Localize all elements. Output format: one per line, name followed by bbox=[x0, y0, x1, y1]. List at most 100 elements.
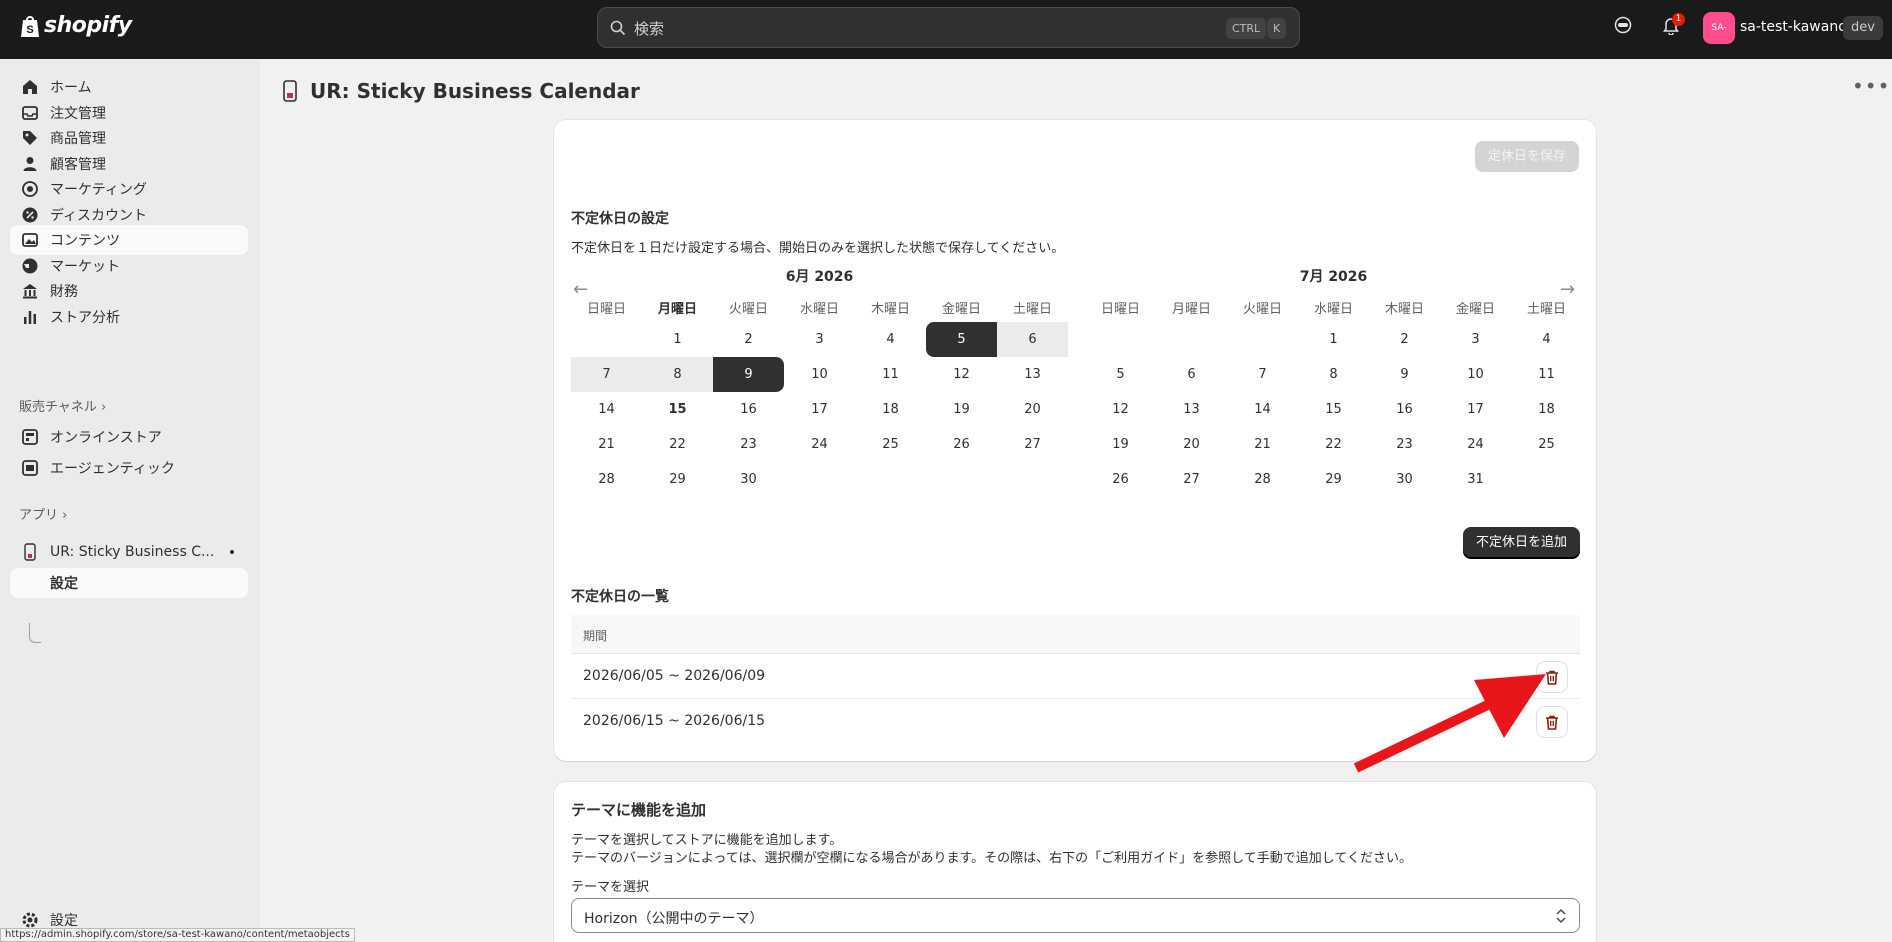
sales-channels-heading[interactable]: 販売チャネル › bbox=[19, 396, 106, 415]
calendar-day[interactable]: 24 bbox=[784, 427, 855, 462]
avatar[interactable]: SA- bbox=[1703, 12, 1735, 44]
gear-icon bbox=[20, 910, 40, 930]
calendar-day[interactable]: 19 bbox=[1085, 427, 1156, 462]
sidebar-item-label: 財務 bbox=[50, 284, 78, 300]
calendar-day[interactable]: 13 bbox=[997, 357, 1068, 392]
calendar-day[interactable]: 3 bbox=[784, 322, 855, 357]
calendar-day[interactable]: 7 bbox=[1227, 357, 1298, 392]
period-column-header: 期間 bbox=[583, 629, 608, 643]
sidebar-channel-store[interactable]: オンラインストア bbox=[10, 422, 248, 452]
weekday-label: 日曜日 bbox=[1100, 302, 1140, 317]
calendar-day[interactable]: 14 bbox=[571, 392, 642, 427]
calendar-day[interactable]: 11 bbox=[1511, 357, 1582, 392]
agentic-icon bbox=[20, 458, 40, 478]
calendar-day[interactable]: 13 bbox=[1156, 392, 1227, 427]
svg-text:S: S bbox=[26, 24, 33, 36]
store-name[interactable]: sa-test-kawano bbox=[1740, 19, 1847, 35]
calendar-day[interactable]: 26 bbox=[926, 427, 997, 462]
calendar-day[interactable]: 3 bbox=[1440, 322, 1511, 357]
bank-icon bbox=[20, 281, 40, 301]
calendar-day[interactable]: 31 bbox=[1440, 462, 1511, 497]
calendar-day[interactable]: 26 bbox=[1085, 462, 1156, 497]
calendar-day[interactable]: 24 bbox=[1440, 427, 1511, 462]
calendar-day[interactable]: 6 bbox=[1156, 357, 1227, 392]
calendar-day[interactable]: 23 bbox=[713, 427, 784, 462]
sidebar-item-app[interactable]: UR: Sticky Business C... bbox=[10, 537, 248, 567]
calendar-day[interactable]: 11 bbox=[855, 357, 926, 392]
calendar-day[interactable]: 22 bbox=[642, 427, 713, 462]
calendar-day[interactable]: 21 bbox=[571, 427, 642, 462]
calendar-day[interactable]: 25 bbox=[855, 427, 926, 462]
calendar-day[interactable]: 15 bbox=[642, 392, 713, 427]
theme-card-desc2: テーマのバージョンによっては、選択欄が空欄になる場合があります。その際は、右下の… bbox=[571, 851, 1412, 866]
calendar-day[interactable]: 5 bbox=[926, 322, 997, 357]
shopify-logo[interactable]: S shopify bbox=[20, 13, 132, 38]
calendar-day[interactable]: 23 bbox=[1369, 427, 1440, 462]
search-icon bbox=[610, 20, 626, 36]
calendar-day[interactable]: 14 bbox=[1227, 392, 1298, 427]
calendar-day[interactable]: 22 bbox=[1298, 427, 1369, 462]
apps-heading[interactable]: アプリ › bbox=[19, 504, 67, 523]
calendar-day[interactable]: 18 bbox=[1511, 392, 1582, 427]
weekday-label: 火曜日 bbox=[728, 302, 768, 317]
calendar-day[interactable]: 28 bbox=[1227, 462, 1298, 497]
sidebar-item-label: ストア分析 bbox=[50, 309, 120, 326]
sidebar-item-label: マーケティング bbox=[50, 182, 147, 198]
save-holidays-button[interactable]: 定休日を保存 bbox=[1475, 141, 1579, 172]
calendar-day[interactable]: 2 bbox=[713, 322, 784, 357]
top-bar: S shopify 検索 CTRL K 1 SA- sa-test-kawano… bbox=[0, 0, 1892, 59]
calendar-day[interactable]: 27 bbox=[997, 427, 1068, 462]
calendar-day[interactable]: 1 bbox=[1298, 322, 1369, 357]
search-input[interactable]: 検索 CTRL K bbox=[597, 7, 1300, 48]
page-header: UR: Sticky Business Calendar ••• bbox=[260, 59, 1892, 123]
tree-connector bbox=[29, 623, 41, 643]
calendar-day[interactable]: 2 bbox=[1369, 322, 1440, 357]
calendar-day[interactable]: 7 bbox=[571, 357, 642, 392]
calendar-day[interactable]: 21 bbox=[1227, 427, 1298, 462]
calendar-day[interactable]: 12 bbox=[1085, 392, 1156, 427]
more-actions-icon[interactable]: ••• bbox=[1852, 74, 1890, 98]
calendar-day[interactable]: 6 bbox=[997, 322, 1068, 357]
irregular-holidays-desc: 不定休日を１日だけ設定する場合、開始日のみを選択した状態で保存してください。 bbox=[571, 241, 1065, 256]
calendar-day[interactable]: 4 bbox=[1511, 322, 1582, 357]
calendar-day[interactable]: 9 bbox=[1369, 357, 1440, 392]
calendar-day[interactable]: 29 bbox=[642, 462, 713, 497]
sidebar-channel-agentic[interactable]: エージェンティック bbox=[10, 453, 248, 483]
calendar-day[interactable]: 20 bbox=[1156, 427, 1227, 462]
calendar-day[interactable]: 17 bbox=[1440, 392, 1511, 427]
calendar-day[interactable]: 17 bbox=[784, 392, 855, 427]
calendar-day[interactable]: 8 bbox=[642, 357, 713, 392]
calendar-day[interactable]: 15 bbox=[1298, 392, 1369, 427]
sidebar-item-chart[interactable]: ストア分析 bbox=[10, 302, 248, 332]
sidebar-item-label: 顧客管理 bbox=[50, 156, 106, 173]
calendar-day[interactable]: 18 bbox=[855, 392, 926, 427]
calendar-day[interactable]: 16 bbox=[713, 392, 784, 427]
sidebar-item-label: マーケット bbox=[50, 258, 120, 275]
add-holiday-button[interactable]: 不定休日を追加 bbox=[1463, 527, 1580, 559]
calendar-day[interactable]: 10 bbox=[1440, 357, 1511, 392]
sidebar-item-app-settings[interactable]: 設定 bbox=[10, 568, 248, 598]
calendar-day[interactable]: 16 bbox=[1369, 392, 1440, 427]
calendar-day[interactable]: 29 bbox=[1298, 462, 1369, 497]
calendar-day[interactable]: 28 bbox=[571, 462, 642, 497]
calendar-day[interactable]: 9 bbox=[713, 357, 784, 392]
calendar-day[interactable]: 4 bbox=[855, 322, 926, 357]
calendar-day[interactable]: 12 bbox=[926, 357, 997, 392]
calendar-day[interactable]: 10 bbox=[784, 357, 855, 392]
sidekick-icon[interactable] bbox=[1614, 16, 1632, 34]
weekday-label: 月曜日 bbox=[1171, 302, 1211, 317]
calendar-day[interactable]: 30 bbox=[713, 462, 784, 497]
calendar-day[interactable]: 8 bbox=[1298, 357, 1369, 392]
calendar-day[interactable]: 25 bbox=[1511, 427, 1582, 462]
theme-select[interactable]: Horizon（公開中のテーマ） bbox=[571, 898, 1580, 933]
calendar-day[interactable]: 20 bbox=[997, 392, 1068, 427]
calendar-day[interactable]: 1 bbox=[642, 322, 713, 357]
brand-name: shopify bbox=[44, 13, 132, 38]
calendar-day[interactable]: 19 bbox=[926, 392, 997, 427]
calendar-day[interactable]: 30 bbox=[1369, 462, 1440, 497]
theme-select-label: テーマを選択 bbox=[571, 880, 650, 895]
store-icon bbox=[20, 427, 40, 447]
calendar-day[interactable]: 27 bbox=[1156, 462, 1227, 497]
calendar-day[interactable]: 5 bbox=[1085, 357, 1156, 392]
weekday-label: 木曜日 bbox=[870, 302, 910, 317]
